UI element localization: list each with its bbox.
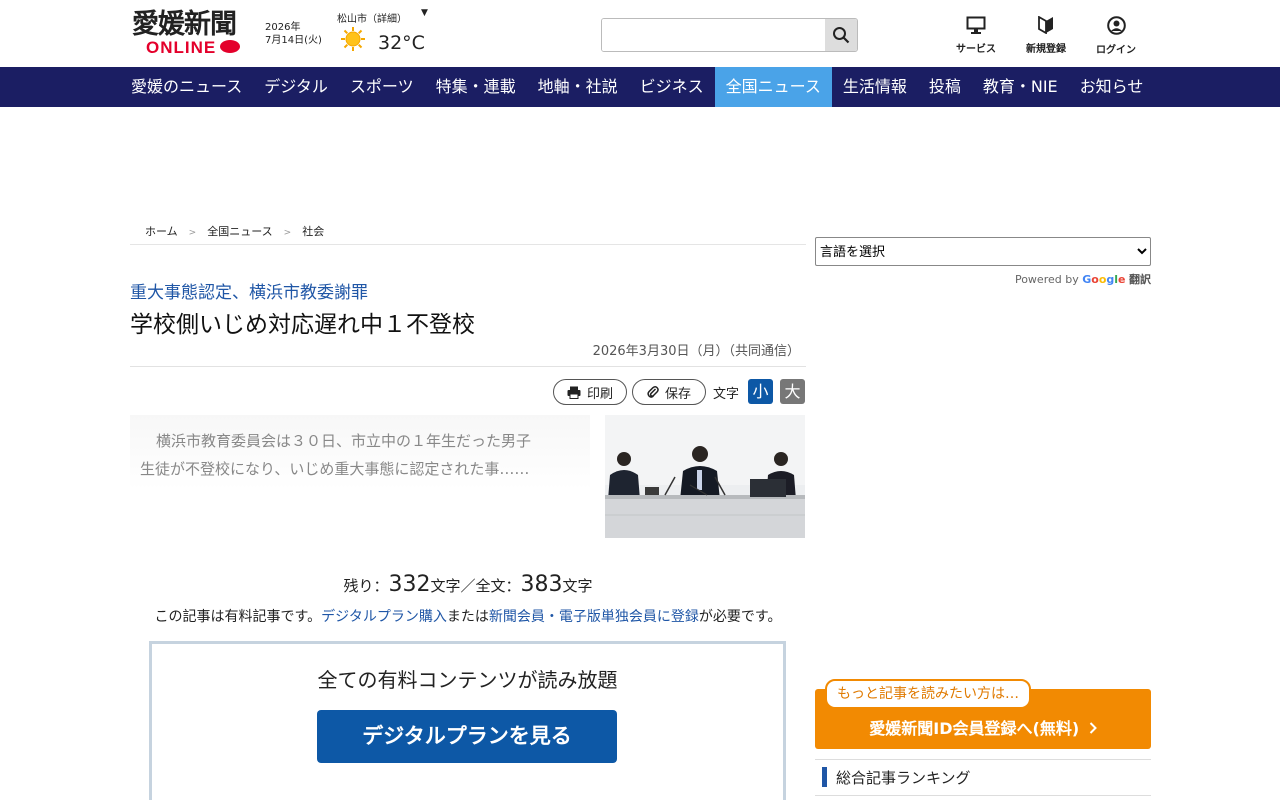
divider [815,795,1151,796]
breadcrumb: ホーム > 全国ニュース > 社会 [130,223,806,245]
new-register-button[interactable]: 新規登録 [1016,16,1076,55]
google-letter: e [1118,273,1126,286]
remain-suffix: 文字 [562,577,593,595]
breadcrumb-society[interactable]: 社会 [302,223,324,239]
powered-by-label: Powered by [1014,273,1079,286]
remain-prefix: 残り： [343,577,389,595]
monitor-icon [966,16,986,34]
press-conference-image [605,415,805,538]
login-button[interactable]: ログイン [1086,16,1146,56]
sun-icon [341,27,365,51]
remaining-text-counter: 残り：332文字／全文：383文字 [130,572,806,597]
register-free-banner[interactable]: もっと記事を読みたい方は… 愛媛新聞ID会員登録へ(無料) [815,679,1151,749]
text-size-small-button[interactable]: 小 [748,379,773,404]
nav-item-national-news[interactable]: 全国ニュース [714,67,832,107]
nav-item-editorial[interactable]: 地軸・社説 [527,67,629,107]
article-lead: 横浜市教育委員会は３０日、市立中の１年生だった男子 生徒が不登校になり、いじめ重… [130,415,590,490]
search-icon [833,27,850,44]
notice-post: が必要です。 [698,609,782,625]
search-input[interactable] [602,19,826,51]
service-label: サービス [956,44,996,55]
nav-items: 愛媛のニュース デジタル スポーツ 特集・連載 地軸・社説 ビジネス 全国ニュー… [120,67,1154,107]
user-circle-icon [1106,16,1126,35]
new-register-label: 新規登録 [1026,44,1066,55]
date-year: 2026年 [265,22,301,33]
ranking-title: 総合記事ランキング [836,769,971,787]
text-size-large-button[interactable]: 大 [780,379,805,404]
login-label: ログイン [1096,45,1136,56]
date-day: 7月14日(火) [265,35,322,46]
print-button[interactable]: 印刷 [553,379,627,405]
google-letter: G [1082,273,1092,286]
nav-item-notices[interactable]: お知らせ [1069,67,1155,107]
register-button-text: 愛媛新聞ID会員登録へ(無料) [815,715,1151,739]
site-header: 愛媛新聞 ONLINE 2026年 7月14日(火) 松山市（詳細） ▼ 32°… [0,0,1280,67]
search-box [601,18,858,52]
save-button[interactable]: 保存 [632,379,706,405]
total-count: 383 [520,572,563,597]
breadcrumb-separator: > [188,228,197,238]
text-size-label: 文字 [713,387,740,402]
chevron-right-icon [1089,719,1097,738]
view-digital-plan-button[interactable]: デジタルプランを見る [317,710,617,763]
paperclip-icon [647,386,659,398]
lead-line-1: 横浜市教育委員会は３０日、市立中の１年生だった男子 [156,432,532,450]
search-button[interactable] [825,19,857,51]
save-label: 保存 [664,386,691,402]
article-headline: 学校側いじめ対応遅れ中１不登校 [130,312,475,338]
nav-item-sports[interactable]: スポーツ [339,67,425,107]
register-button-label: 愛媛新聞ID会員登録へ(無料) [869,719,1080,738]
header-date: 2026年 7月14日(火) [265,21,322,47]
article-subhead: 重大事態認定、横浜市教委謝罪 [130,283,368,303]
remain-count: 332 [388,572,431,597]
remain-mid: 文字／全文： [430,577,521,595]
google-letter: o [1091,273,1099,286]
nav-item-features[interactable]: 特集・連載 [425,67,527,107]
language-select[interactable]: 言語を選択 [815,237,1151,266]
main-nav: 愛媛のニュース デジタル スポーツ 特集・連載 地軸・社説 ビジネス 全国ニュー… [0,67,1280,107]
beginner-mark-icon [1038,16,1053,34]
service-button[interactable]: サービス [946,16,1006,55]
paid-article-notice: この記事は有料記事です。デジタルプラン購入または新聞会員・電子版単独会員に登録が… [130,606,806,626]
member-register-link[interactable]: 新聞会員・電子版単独会員に登録 [489,609,699,625]
powered-by-google-translate: Powered by Google 翻訳 [960,271,1151,287]
print-label: 印刷 [586,386,613,402]
notice-pre: この記事は有料記事です。 [154,609,322,625]
site-logo[interactable]: 愛媛新聞 ONLINE [132,9,244,57]
nav-item-ehime-news[interactable]: 愛媛のニュース [120,67,253,107]
subscription-box: 全ての有料コンテンツが読み放題 デジタルプランを見る [149,641,786,800]
breadcrumb-national-news[interactable]: 全国ニュース [207,223,272,239]
nav-item-digital[interactable]: デジタル [253,67,339,107]
divider [130,366,806,367]
lead-line-2: 生徒が不登校になり、いじめ重大事態に認定された事…… [140,460,530,478]
nav-item-education-nie[interactable]: 教育・NIE [972,67,1069,107]
weather-dropdown-caret[interactable]: ▼ [421,8,428,18]
translate-label[interactable]: 翻訳 [1129,273,1151,286]
logo-sub-text: ONLINE [146,38,217,57]
article-photo[interactable] [605,415,805,538]
article-date: 2026年3月30日（月）（共同通信） [592,344,800,359]
nav-item-business[interactable]: ビジネス [629,67,715,107]
logo-bubble-icon [220,40,240,53]
logo-main-text: 愛媛新聞 [132,9,237,40]
breadcrumb-separator: > [283,228,292,238]
ranking-accent-bar [822,767,827,787]
breadcrumb-home[interactable]: ホーム [145,223,178,239]
nav-item-submissions[interactable]: 投稿 [918,67,972,107]
nav-item-lifestyle[interactable]: 生活情報 [832,67,918,107]
temperature: 32°C [378,32,425,54]
register-bubble: もっと記事を読みたい方は… [825,679,1031,709]
weather-city-link[interactable]: 松山市（詳細） [337,10,407,25]
subscription-title: 全ての有料コンテンツが読み放題 [317,668,618,692]
notice-mid: または [446,609,489,625]
divider [815,759,1151,760]
printer-icon [567,386,581,399]
google-logo: Google [1082,273,1125,286]
digital-plan-purchase-link[interactable]: デジタルプラン購入 [321,609,447,625]
